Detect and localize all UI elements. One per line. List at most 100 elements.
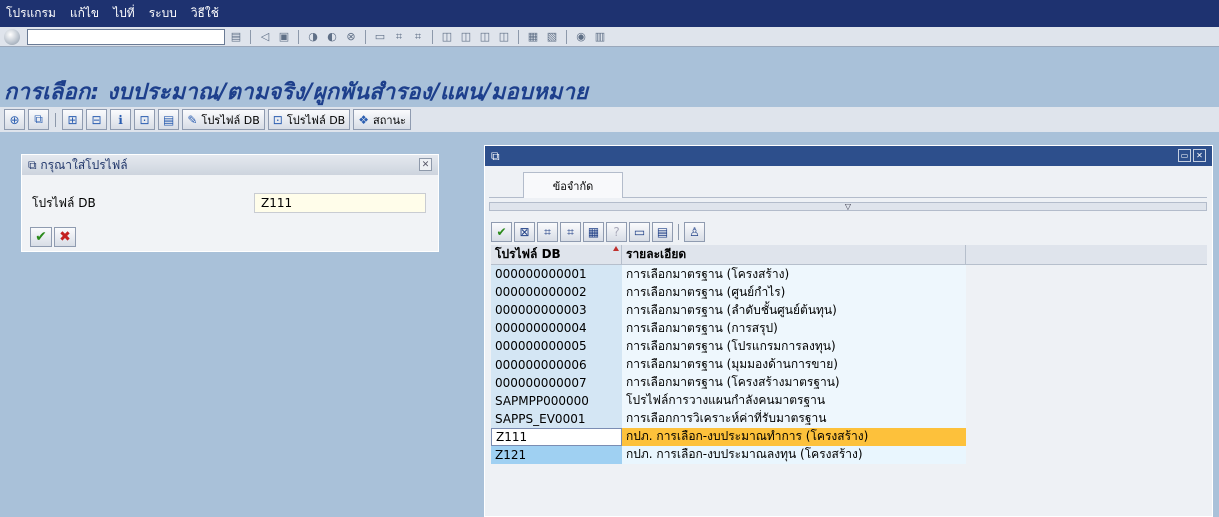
save-icon[interactable]: ▣	[276, 29, 292, 45]
previous-page-icon[interactable]: ◫	[458, 29, 474, 45]
cancel-button[interactable]: ✖	[54, 227, 76, 247]
shortcut-icon[interactable]: ▧	[544, 29, 560, 45]
profile-description-cell[interactable]: การเลือกมาตรฐาน (มุมมองด้านการขาย)	[622, 355, 966, 374]
command-field[interactable]	[27, 28, 225, 45]
exit-icon[interactable]: ◐	[324, 29, 340, 45]
help-button: ?	[606, 222, 627, 242]
table-row[interactable]: 000000000006 การเลือกมาตรฐาน (มุมมองด้านก…	[491, 355, 1207, 374]
find-next-button[interactable]: ⌗	[560, 222, 581, 242]
details-button[interactable]: ▤	[652, 222, 673, 242]
column-header-profile[interactable]: โปรไฟล์ DB	[491, 245, 622, 264]
find-next-icon[interactable]: ⌗	[410, 29, 426, 45]
status-button[interactable]: ❖ สถานะ	[353, 109, 411, 130]
back-icon[interactable]: ◑	[305, 29, 321, 45]
table-row[interactable]: 000000000001 การเลือกมาตรฐาน (โครงสร้าง)	[491, 265, 1207, 284]
table-row[interactable]: 000000000002 การเลือกมาตรฐาน (ศูนย์กำไร)	[491, 283, 1207, 302]
profile-description-cell[interactable]: กปภ. การเลือก-งบประมาณลงทุน (โครงสร้าง)	[622, 445, 966, 465]
table-row[interactable]: 000000000004 การเลือกมาตรฐาน (การสรุป)	[491, 319, 1207, 338]
column-header-profile-label: โปรไฟล์ DB	[495, 247, 561, 261]
tree-button[interactable]: ⊡	[134, 109, 155, 130]
profile-description-cell[interactable]: โปรไฟล์การวางแผนกำลังคนมาตรฐาน	[622, 391, 966, 410]
column-header-empty	[966, 245, 1207, 264]
profile-description-cell[interactable]: การเลือกมาตรฐาน (โครงสร้างมาตรฐาน)	[622, 373, 966, 392]
menu-program[interactable]: โปรแกรม	[6, 4, 56, 23]
expand-button[interactable]: ⊞	[62, 109, 83, 130]
window-buttons: ▭ ✕	[1178, 149, 1206, 162]
collapse-button[interactable]: ⊟	[86, 109, 107, 130]
profile-id-cell[interactable]: 000000000005	[491, 337, 622, 356]
copy-button[interactable]: ⧉	[28, 109, 49, 130]
table-row[interactable]: 000000000007 การเลือกมาตรฐาน (โครงสร้างมา…	[491, 373, 1207, 392]
confirm-button[interactable]: ✔	[30, 227, 52, 247]
empty-cell	[966, 391, 1207, 410]
minimize-icon[interactable]: ▭	[1178, 149, 1191, 162]
profile-description-cell[interactable]: การเลือกมาตรฐาน (ลำดับชั้นศูนย์ต้นทุน)	[622, 301, 966, 320]
empty-cell	[966, 427, 1207, 446]
personalize-button[interactable]: ♙	[684, 222, 705, 242]
command-history-icon[interactable]: ▤	[228, 29, 244, 45]
close-icon[interactable]: ✕	[1193, 149, 1206, 162]
other-profile-label: โปรไฟล์ DB	[286, 113, 346, 127]
profile-id-cell[interactable]: SAPMPP000000	[491, 391, 622, 410]
select-button[interactable]: ✔	[491, 222, 512, 242]
table-row[interactable]: SAPPS_EV0001 การเลือกการวิเคราะห์ค่าที่รั…	[491, 409, 1207, 428]
profile-field-input[interactable]: Z111	[254, 193, 426, 213]
table-row[interactable]: 000000000005 การเลือกมาตรฐาน (โปรแกรมการล…	[491, 337, 1207, 356]
profile-id-cell[interactable]: 000000000001	[491, 265, 622, 284]
info-button[interactable]: ℹ	[110, 109, 131, 130]
profile-id-cell[interactable]: SAPPS_EV0001	[491, 409, 622, 428]
menu-goto[interactable]: ไปที่	[113, 4, 135, 23]
table-row[interactable]: Z111 กปภ. การเลือก-งบประมาณทำการ (โครงสร้…	[491, 427, 1207, 446]
help-icon[interactable]: ◉	[573, 29, 589, 45]
toolbar-separator	[432, 29, 433, 44]
details-icon: ▤	[656, 225, 669, 239]
print-icon[interactable]: ▭	[372, 29, 388, 45]
table-row[interactable]: Z121 กปภ. การเลือก-งบประมาณลงทุน (โครงสร้…	[491, 445, 1207, 465]
cancel-selection-button[interactable]: ⊠	[514, 222, 535, 242]
enter-icon[interactable]	[4, 28, 20, 45]
first-page-icon[interactable]: ◫	[439, 29, 455, 45]
toolbar-separator	[298, 29, 299, 44]
enter-profile-dialog-title: ⧉ กรุณาใส่โปรไฟล์ ✕	[22, 155, 438, 175]
table-row[interactable]: 000000000003 การเลือกมาตรฐาน (ลำดับชั้นศู…	[491, 301, 1207, 320]
profile-description-cell[interactable]: การเลือกมาตรฐาน (การสรุป)	[622, 319, 966, 338]
export-button[interactable]: ▦	[583, 222, 604, 242]
profile-id-cell[interactable]: 000000000006	[491, 355, 622, 374]
back-arrow-icon[interactable]: ◁	[257, 29, 273, 45]
other-profile-button[interactable]: ⊡ โปรไฟล์ DB	[267, 109, 351, 130]
help-icon: ?	[613, 225, 620, 239]
profile-id-cell[interactable]: Z121	[491, 445, 622, 465]
close-icon[interactable]: ✕	[419, 158, 432, 171]
profile-id-cell[interactable]: 000000000002	[491, 283, 622, 302]
print-button[interactable]: ▭	[629, 222, 650, 242]
new-session-icon[interactable]: ▦	[525, 29, 541, 45]
profile-id-cell[interactable]: 000000000007	[491, 373, 622, 392]
profile-description-cell[interactable]: การเลือกมาตรฐาน (โครงสร้าง)	[622, 265, 966, 284]
last-page-icon[interactable]: ◫	[496, 29, 512, 45]
profile-list-dialog-title: ⧉ ▭ ✕	[485, 146, 1212, 166]
collapse-bar[interactable]: ▽	[489, 202, 1207, 211]
table-row[interactable]: SAPMPP000000 โปรไฟล์การวางแผนกำลังคนมาตรฐ…	[491, 391, 1207, 410]
profile-description-cell[interactable]: การเลือกมาตรฐาน (ศูนย์กำไร)	[622, 283, 966, 302]
change-profile-button[interactable]: ✎ โปรไฟล์ DB	[182, 109, 265, 130]
cancel-icon[interactable]: ⊗	[343, 29, 359, 45]
menu-help[interactable]: วิธีใช้	[191, 4, 219, 23]
find-button[interactable]: ⌗	[537, 222, 558, 242]
layout-button[interactable]: ▤	[158, 109, 180, 130]
menu-edit[interactable]: แก้ไข	[70, 4, 99, 23]
profile-id-cell[interactable]: 000000000003	[491, 301, 622, 320]
customize-layout-icon[interactable]: ▥	[592, 29, 608, 45]
next-page-icon[interactable]: ◫	[477, 29, 493, 45]
profile-description-cell[interactable]: การเลือกการวิเคราะห์ค่าที่รับมาตรฐาน	[622, 409, 966, 428]
profile-description-cell[interactable]: กปภ. การเลือก-งบประมาณทำการ (โครงสร้าง)	[622, 427, 966, 446]
profile-id-cell[interactable]: 000000000004	[491, 319, 622, 338]
tab-restrictions[interactable]: ข้อจำกัด	[523, 172, 623, 198]
profile-id-cell[interactable]: Z111	[491, 427, 622, 446]
menu-system[interactable]: ระบบ	[149, 4, 177, 23]
execute-button[interactable]: ⊕	[4, 109, 25, 130]
profile-description-cell[interactable]: การเลือกมาตรฐาน (โปรแกรมการลงทุน)	[622, 337, 966, 356]
export-icon: ▦	[587, 225, 600, 239]
column-header-description[interactable]: รายละเอียด	[622, 245, 966, 264]
find-icon[interactable]: ⌗	[391, 29, 407, 45]
column-header-description-label: รายละเอียด	[626, 247, 687, 261]
